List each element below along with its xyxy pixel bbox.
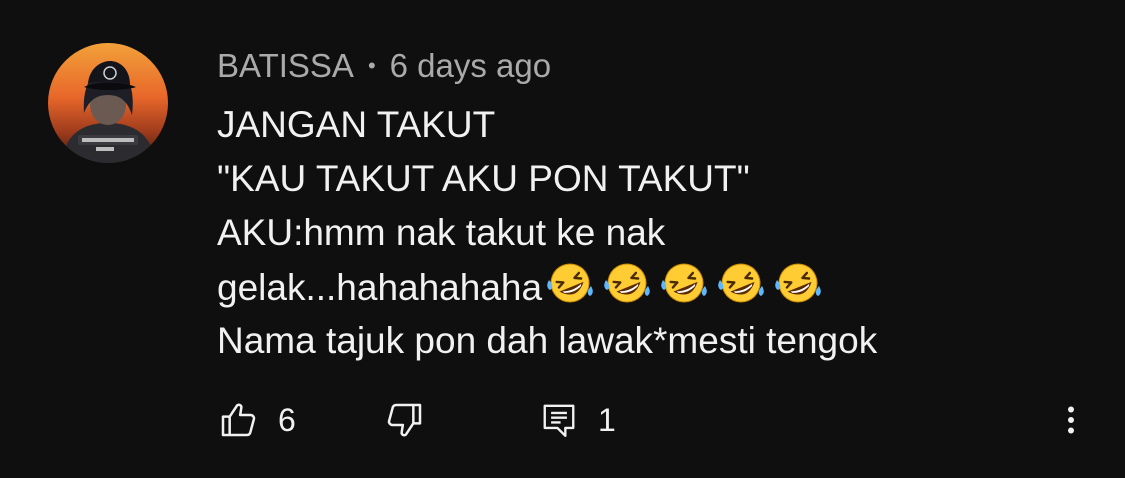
- comment-text: JANGAN TAKUT "KAU TAKUT AKU PON TAKUT" A…: [217, 98, 1077, 368]
- thumbs-up-icon: [221, 403, 256, 437]
- comment-line: JANGAN TAKUT: [217, 104, 496, 145]
- rolling-laughing-emoji-icon: [658, 260, 710, 306]
- more-vertical-icon: [1068, 406, 1074, 434]
- avatar-image: [48, 43, 168, 163]
- reply-count: 1: [598, 401, 616, 438]
- reply-button[interactable]: 1: [540, 390, 616, 450]
- comment-actions: 6 1: [0, 390, 1125, 450]
- rolling-laughing-emoji-icon: [715, 260, 767, 306]
- comment-header: BATISSA • 6 days ago: [217, 46, 551, 86]
- avatar[interactable]: [48, 43, 168, 163]
- author-name[interactable]: BATISSA: [217, 47, 354, 85]
- comment-line: gelak...hahahahaha: [217, 267, 543, 308]
- thumbs-down-icon: [387, 403, 422, 437]
- comment-line: "KAU TAKUT AKU PON TAKUT": [217, 158, 750, 199]
- comment-line: AKU:hmm nak takut ke nak: [217, 212, 666, 253]
- rolling-laughing-emoji-icon: [601, 260, 653, 306]
- like-button[interactable]: 6: [218, 390, 296, 450]
- comment-line: Nama tajuk pon dah lawak*mesti tengok: [217, 320, 878, 361]
- dislike-button[interactable]: [385, 390, 425, 450]
- separator-dot: •: [367, 53, 376, 78]
- like-count: 6: [278, 401, 296, 438]
- emoji-row: [544, 260, 829, 306]
- comment-timestamp[interactable]: 6 days ago: [390, 47, 551, 85]
- rolling-laughing-emoji-icon: [772, 260, 824, 306]
- comment-icon: [543, 404, 575, 438]
- rolling-laughing-emoji-icon: [544, 260, 596, 306]
- comment-line-with-emoji: gelak...hahahahaha: [217, 260, 1077, 314]
- more-options-button[interactable]: [1053, 390, 1089, 450]
